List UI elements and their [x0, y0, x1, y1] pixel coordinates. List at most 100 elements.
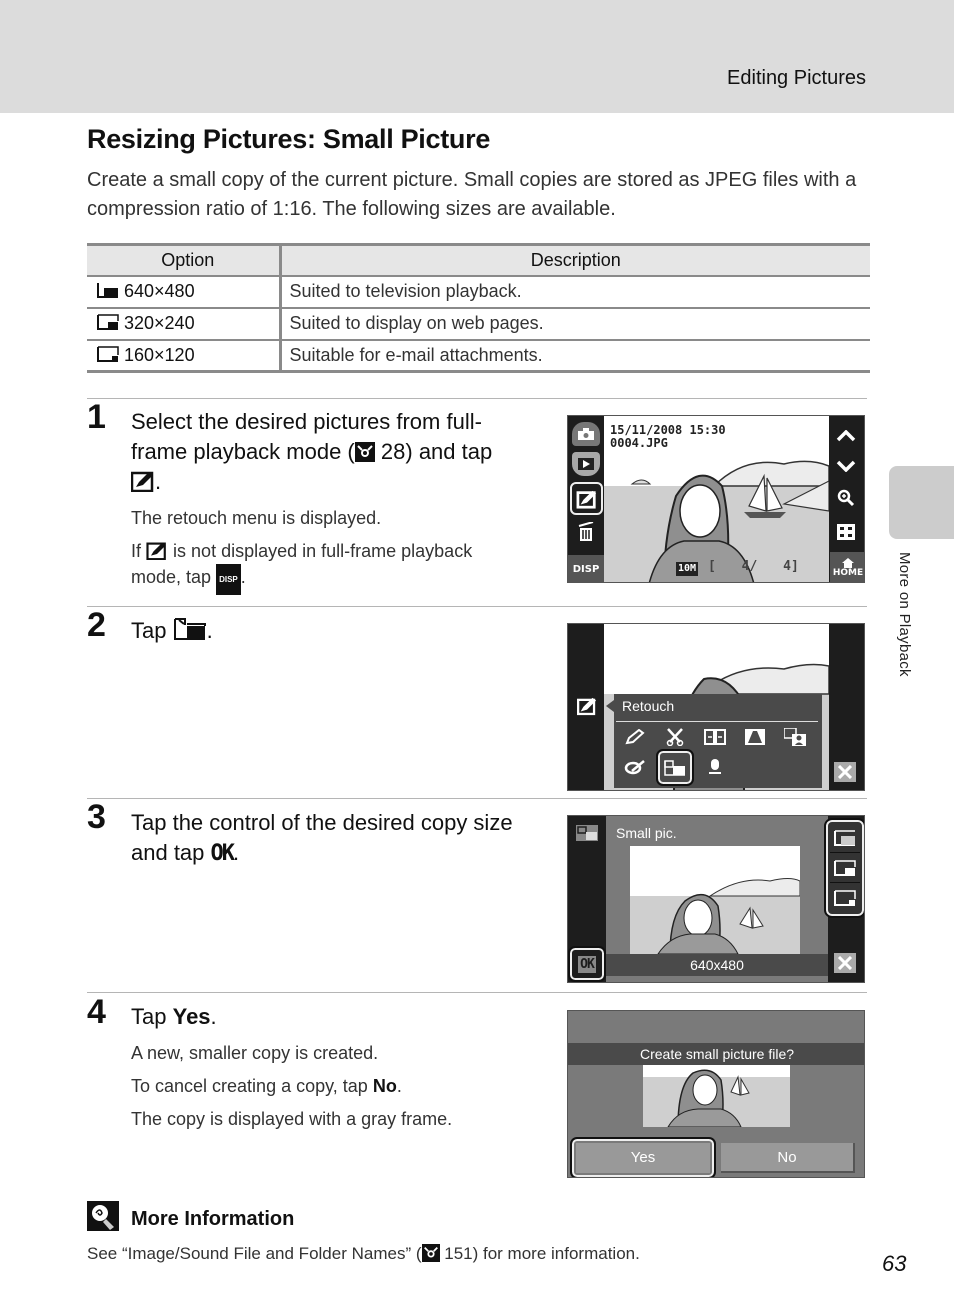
step-number: 1	[87, 398, 106, 436]
trash-icon	[578, 522, 594, 541]
menu-title: Retouch	[622, 698, 675, 714]
retouch-icon	[131, 471, 154, 492]
step-divider	[87, 992, 867, 993]
disp-button[interactable]: DISP	[568, 555, 604, 582]
filter-effects-button[interactable]	[622, 757, 648, 777]
dialog-title: Small pic.	[616, 825, 677, 841]
step-3-heading: Tap the control of the desired copy size…	[131, 810, 513, 866]
close-button[interactable]	[834, 953, 856, 973]
option-description: Suitable for e-mail attachments.	[280, 339, 870, 373]
yes-button[interactable]: Yes	[570, 1137, 716, 1177]
play-icon	[578, 458, 594, 470]
size-640-button[interactable]	[832, 825, 858, 851]
header-band	[0, 0, 954, 113]
camera-screen-playback: 15/11/2008 15:30 0004.JPG DISP HOME 10M …	[567, 415, 865, 583]
more-info-text: See “Image/Sound File and Folder Names” …	[87, 1244, 640, 1263]
menu-pointer	[606, 700, 614, 712]
d-lighting-icon	[704, 729, 726, 745]
delete-button[interactable]	[574, 520, 598, 544]
ok-button[interactable]: OK	[568, 946, 606, 982]
step-divider	[87, 798, 867, 799]
size-320-icon	[834, 860, 856, 876]
step-divider	[87, 398, 867, 399]
step-1-heading: Select the desired pictures from full-fr…	[131, 409, 493, 494]
datetime-readout: 15/11/2008 15:30	[610, 423, 726, 437]
photo-scene	[643, 1065, 790, 1127]
filter-icon	[624, 760, 645, 775]
size-160-button[interactable]	[832, 885, 858, 911]
photo-preview	[630, 846, 800, 954]
close-icon	[838, 765, 852, 779]
step-4-heading: Tap Yes.	[131, 1004, 217, 1029]
size-320-button[interactable]	[832, 855, 858, 881]
camera-screen-small-pic: Small pic. 640x480 OK	[567, 815, 865, 983]
contrast-icon	[745, 729, 765, 745]
face-framing-button[interactable]	[782, 727, 808, 747]
step-divider	[87, 606, 867, 607]
chevron-up-icon	[836, 430, 856, 442]
camera-screen-retouch-menu: Retouch	[567, 623, 865, 791]
small-picture-button[interactable]	[656, 749, 694, 786]
side-tab	[889, 466, 954, 539]
pencil-icon	[625, 729, 645, 745]
retouch-indicator	[576, 696, 598, 716]
selector-divider	[830, 882, 860, 883]
photo-scene	[630, 846, 800, 954]
size-640-icon	[97, 283, 118, 298]
small-picture-icon	[173, 618, 206, 640]
close-icon	[838, 956, 852, 970]
more-info-title: More Information	[131, 1208, 295, 1230]
crop-button[interactable]	[662, 727, 688, 747]
retouch-button[interactable]	[570, 482, 603, 515]
step-1-note-2: If is not displayed in full-frame playba…	[131, 539, 511, 595]
thumbnail-view-button[interactable]	[832, 520, 860, 544]
d-lighting-button[interactable]	[702, 727, 728, 747]
step-1-note-1: The retouch menu is displayed.	[131, 508, 382, 528]
scroll-up-button[interactable]	[832, 424, 860, 448]
page-number: 63	[882, 1251, 907, 1276]
confirm-prompt: Create small picture file?	[568, 1043, 864, 1065]
ok-icon: OK	[210, 841, 235, 866]
voice-memo-button[interactable]	[702, 757, 728, 777]
option-description: Suited to television playback.	[280, 275, 870, 309]
step-number: 2	[87, 606, 106, 644]
skin-softening-button[interactable]	[742, 727, 768, 747]
camera-screen-confirm: Create small picture file? Yes No	[567, 1010, 865, 1178]
retouch-menu: Retouch	[614, 694, 822, 788]
section-title: Editing Pictures	[727, 67, 866, 89]
camera-icon	[578, 428, 594, 440]
scroll-down-button[interactable]	[832, 454, 860, 478]
column-header-option: Option	[87, 243, 282, 277]
playback-mode-button[interactable]	[572, 452, 600, 476]
option-label: 640×480	[124, 281, 195, 301]
grid-icon	[837, 524, 855, 540]
page-title: Resizing Pictures: Small Picture	[87, 124, 491, 154]
close-button[interactable]	[834, 762, 856, 782]
more-info-icon	[87, 1201, 119, 1231]
quick-retouch-button[interactable]	[622, 727, 648, 747]
home-button[interactable]: HOME	[830, 552, 864, 582]
step-number: 4	[87, 993, 106, 1031]
table-row: 320×240 Suited to display on web pages.	[87, 307, 870, 341]
step-2-heading: Tap .	[131, 618, 213, 643]
photo-preview	[643, 1065, 790, 1127]
disp-button-icon: DISP	[216, 564, 241, 595]
scissors-icon	[666, 728, 684, 746]
zoom-button[interactable]	[832, 486, 860, 510]
step-4-note-3: The copy is displayed with a gray frame.	[131, 1109, 453, 1129]
page-reference-icon	[421, 1244, 440, 1262]
chevron-down-icon	[836, 460, 856, 472]
page-reference-icon	[354, 442, 375, 462]
table-row: 160×120 Suitable for e-mail attachments.	[87, 339, 870, 373]
retouch-icon	[146, 542, 166, 560]
image-mode-indicator: 10M	[676, 562, 699, 576]
selector-divider	[830, 852, 860, 853]
size-320-icon	[97, 314, 119, 330]
small-picture-icon	[664, 759, 685, 776]
house-icon	[842, 558, 854, 568]
side-tab-label: More on Playback	[896, 552, 913, 677]
shooting-mode-button[interactable]	[572, 422, 600, 446]
microphone-icon	[709, 759, 721, 774]
small-picture-indicator	[576, 824, 598, 842]
no-button[interactable]: No	[721, 1143, 855, 1173]
